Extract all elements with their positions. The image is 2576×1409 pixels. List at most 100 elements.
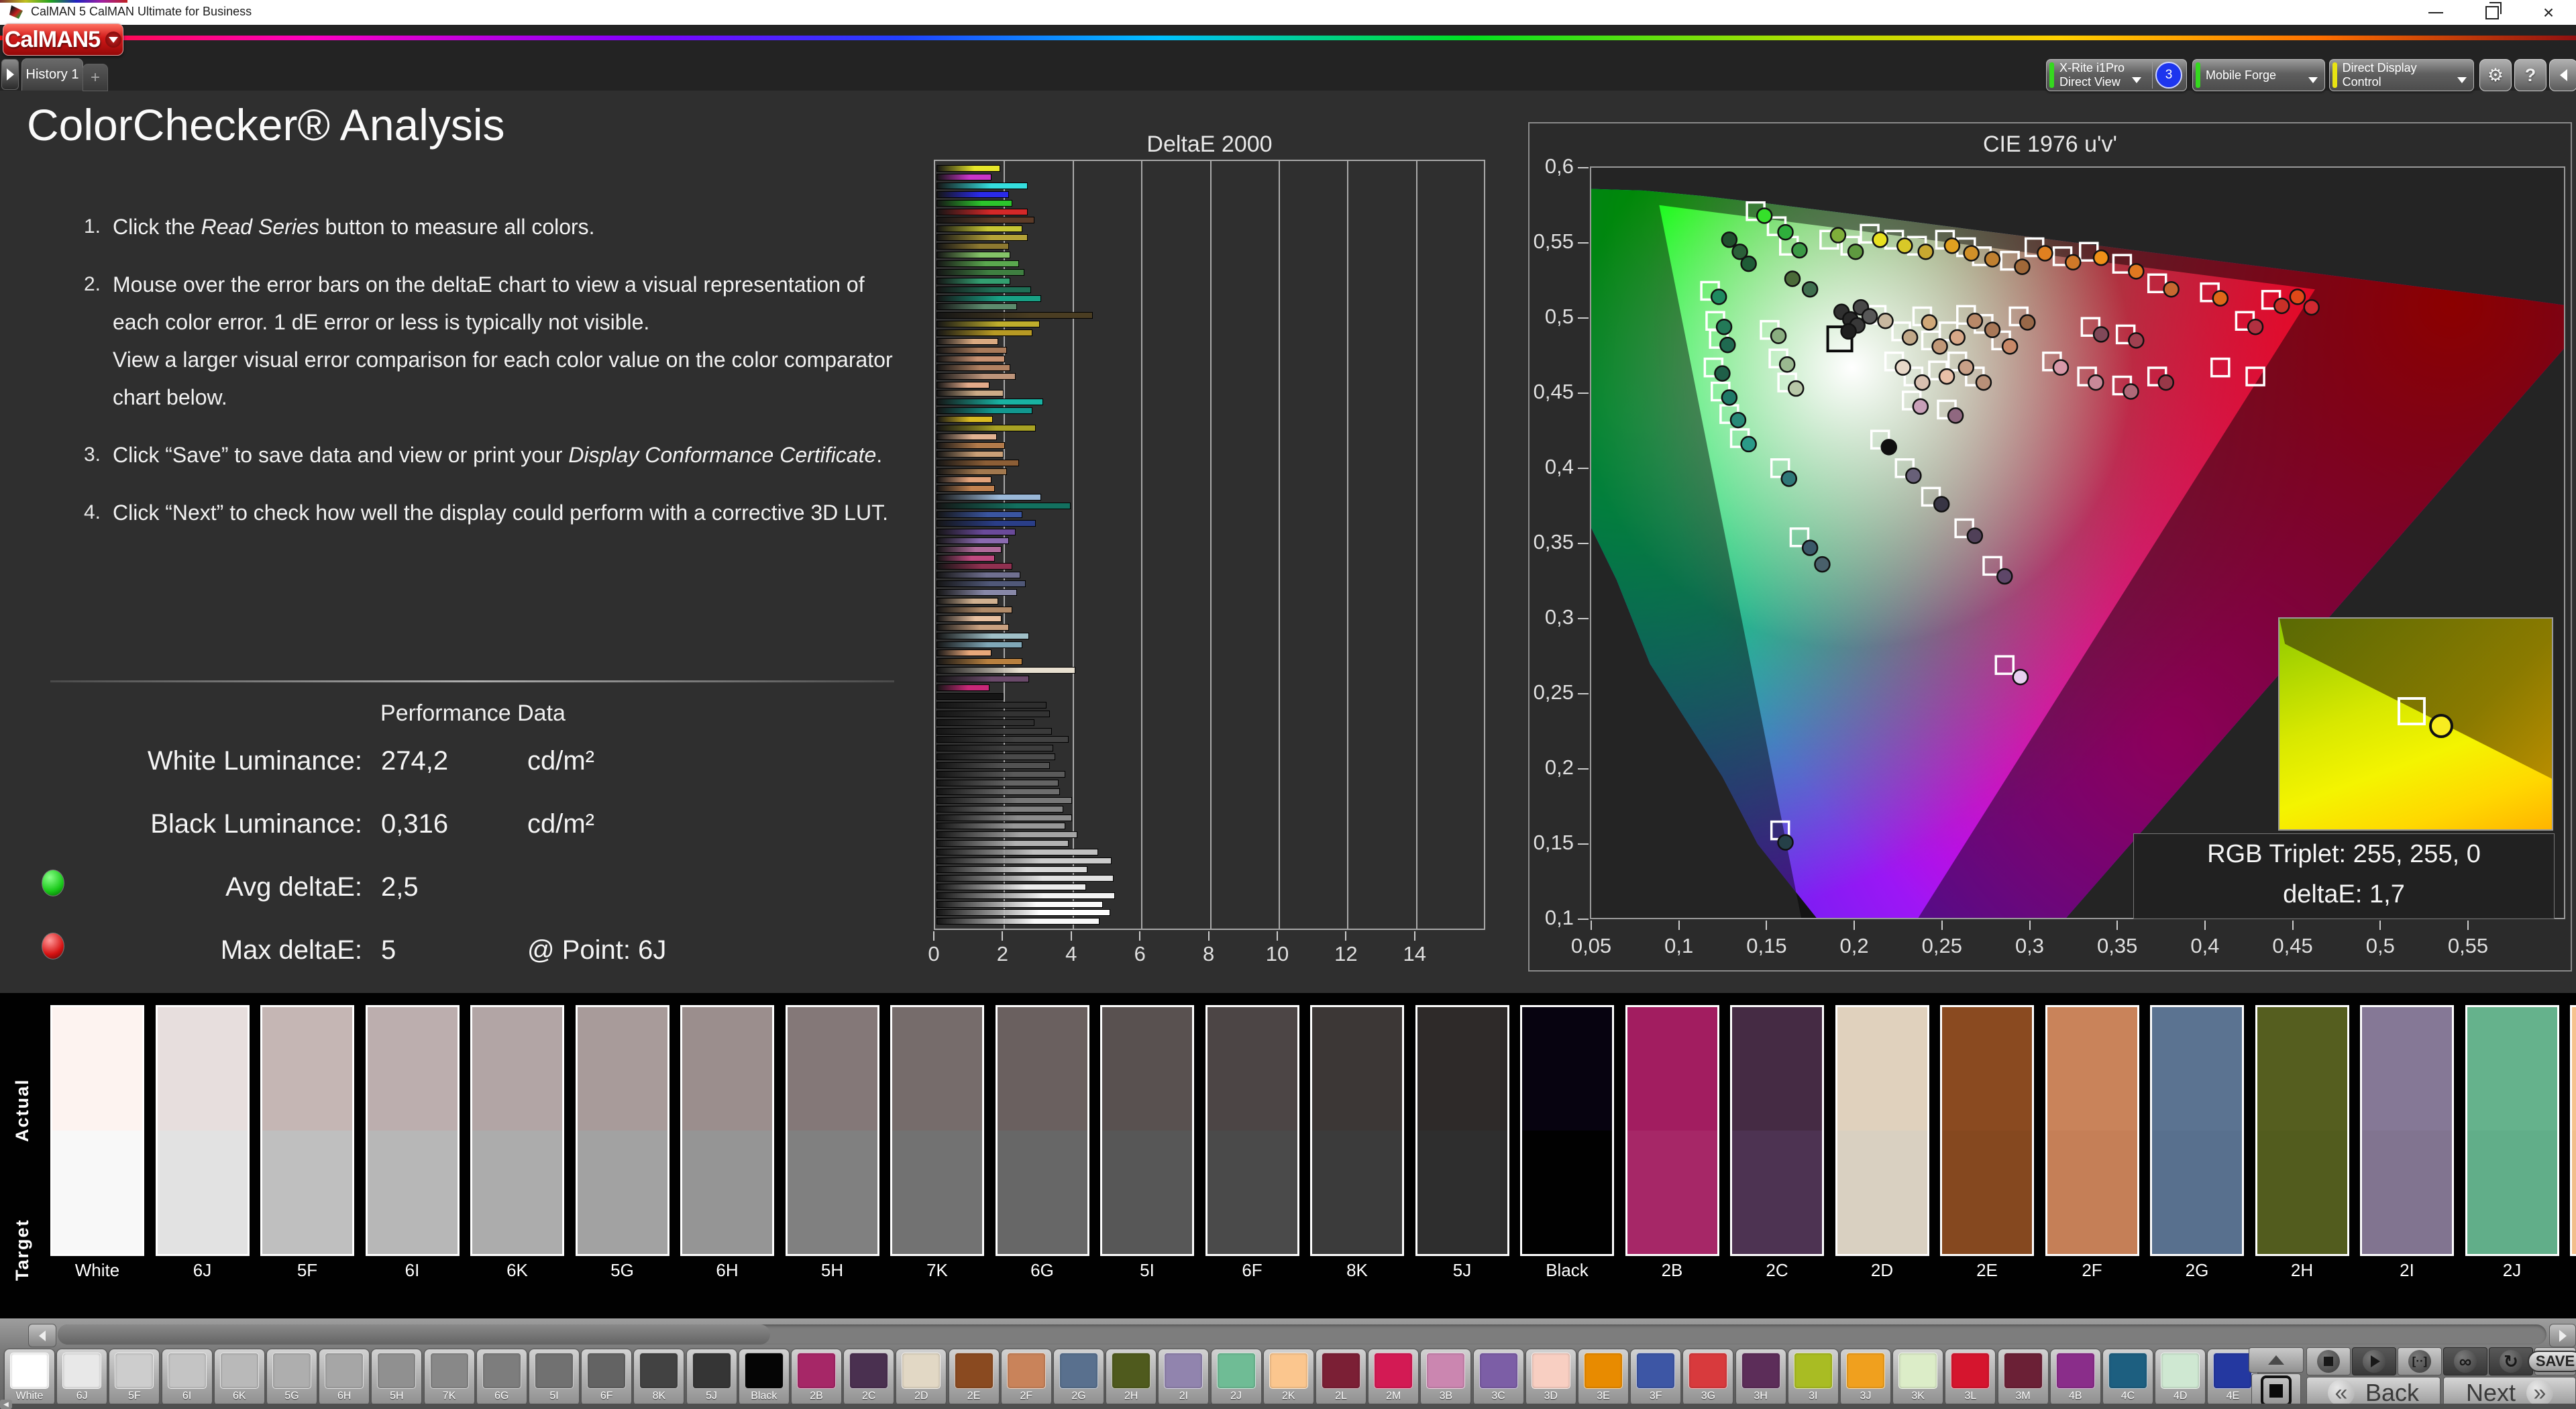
deltae-error-bar[interactable] [936,225,1022,233]
deltae-error-bar[interactable] [936,701,1046,709]
deltae-error-bar[interactable] [936,459,1019,466]
comparator-patch-5H[interactable] [785,1005,879,1256]
deltae-error-bar[interactable] [936,433,997,440]
swatch-8K[interactable]: 8K [633,1349,685,1406]
deltae-error-bar[interactable] [936,719,1034,726]
deltae-error-bar[interactable] [936,762,1050,770]
deltae-error-bar[interactable] [936,589,1018,596]
swatch-4C[interactable]: 4C [2102,1349,2153,1406]
swatch-2E[interactable]: 2E [948,1349,1000,1406]
deltae-error-bar[interactable] [936,528,1016,535]
swatch-2K[interactable]: 2K [1263,1349,1314,1406]
deltae-error-bar[interactable] [936,632,1030,639]
deltae-error-bar[interactable] [936,372,1016,380]
swatch-3E[interactable]: 3E [1578,1349,1629,1406]
swatch-White[interactable]: White [4,1349,55,1406]
deltae-error-bar[interactable] [936,658,1022,666]
comparator-patch-5G[interactable] [575,1005,669,1256]
deltae-error-bar[interactable] [936,511,1022,518]
swatch-3K[interactable]: 3K [1892,1349,1944,1406]
swatch-7K[interactable]: 7K [423,1349,475,1406]
calman-logo-menu[interactable]: CalMAN5 [3,23,123,56]
deltae-error-bar[interactable] [936,667,1076,674]
save-button[interactable]: SAVE [2527,1347,2576,1375]
comparator-patch-2F[interactable] [2045,1005,2139,1256]
source-dropdown[interactable]: Mobile Forge [2192,59,2325,91]
deltae-error-bar[interactable] [936,779,1059,786]
deltae-error-bar[interactable] [936,268,1024,276]
deltae-error-bar[interactable] [936,649,991,657]
deltae-error-bar[interactable] [936,684,990,691]
deltae-error-bar[interactable] [936,641,1022,648]
swatch-2M[interactable]: 2M [1368,1349,1419,1406]
continuous-read-button[interactable]: ∞ [2443,1347,2487,1375]
deltae-error-bar[interactable] [936,563,1012,570]
deltae-error-bar[interactable] [936,831,1077,839]
swatch-3H[interactable]: 3H [1735,1349,1786,1406]
minimize-button[interactable] [2412,0,2459,25]
deltae-error-bar[interactable] [936,173,991,180]
meter-count-badge[interactable]: 3 [2155,62,2182,89]
deltae-error-bar[interactable] [936,692,1004,700]
deltae-error-bar[interactable] [936,476,991,484]
swatch-3C[interactable]: 3C [1472,1349,1524,1406]
deltae-error-bar[interactable] [936,329,1033,337]
swatch-2L[interactable]: 2L [1316,1349,1366,1406]
deltae-error-bar[interactable] [936,857,1112,864]
swatch-6F[interactable]: 6F [581,1349,633,1406]
comparator-patch-5F[interactable] [260,1005,354,1256]
deltae-error-bar[interactable] [936,840,1069,847]
deltae-error-bar[interactable] [936,580,1026,588]
swatch-6H[interactable]: 6H [319,1349,370,1406]
deltae-error-bar[interactable] [936,494,1042,501]
deltae-error-bar[interactable] [936,909,1110,917]
deltae-error-bar[interactable] [936,390,1004,397]
comparator-patch-2J[interactable] [2465,1005,2559,1256]
swatch-3M[interactable]: 3M [1997,1349,2049,1406]
deltae-error-bar[interactable] [936,710,1050,717]
deltae-error-bar[interactable] [936,260,1019,267]
comparator-patch-2D[interactable] [1835,1005,1929,1256]
play-button[interactable] [2352,1347,2396,1375]
swatch-5G[interactable]: 5G [266,1349,317,1406]
tab-scroll-button[interactable] [1,59,19,90]
deltae-error-bar[interactable] [936,918,1100,925]
deltae-error-bar[interactable] [936,355,1006,362]
deltae-error-bar[interactable] [936,346,1007,354]
swatch-2C[interactable]: 2C [843,1349,895,1406]
swatch-2D[interactable]: 2D [896,1349,947,1406]
swatch-2H[interactable]: 2H [1106,1349,1157,1406]
comparator-patch-2G[interactable] [2150,1005,2244,1256]
deltae-error-bar[interactable] [936,796,1073,804]
deltae-error-bar[interactable] [936,753,1055,761]
deltae-error-bar[interactable] [936,441,1006,449]
deltae-error-bar[interactable] [936,252,1011,258]
deltae-error-bar[interactable] [936,814,1073,821]
comparator-patch-White[interactable] [50,1005,144,1256]
deltae-error-bar[interactable] [936,338,999,345]
swatch-6J[interactable]: 6J [56,1349,108,1406]
deltae-error-bar[interactable] [936,425,1036,431]
deltae-error-bar[interactable] [936,312,1093,319]
deltae-error-bar[interactable] [936,788,1061,795]
comparator-patch-Black[interactable] [1520,1005,1614,1256]
comparator-patch-2C[interactable] [1730,1005,1824,1256]
deltae-plot[interactable] [934,160,1485,930]
deltae-error-bar[interactable] [936,676,1030,683]
pattern-up-button[interactable] [2249,1347,2304,1373]
deltae-error-bar[interactable] [936,623,1009,631]
swatch-3F[interactable]: 3F [1630,1349,1682,1406]
comparator-patch-5J[interactable] [1415,1005,1509,1256]
swatch-5I[interactable]: 5I [529,1349,580,1406]
swatch-5J[interactable]: 5J [686,1349,737,1406]
deltae-error-bar[interactable] [936,277,1011,284]
deltae-error-bar[interactable] [936,485,996,492]
deltae-error-bar[interactable] [936,849,1098,856]
deltae-error-bar[interactable] [936,407,1033,415]
comparator-patch-6I[interactable] [365,1005,460,1256]
deltae-error-bar[interactable] [936,615,1002,622]
swatch-2G[interactable]: 2G [1053,1349,1104,1406]
deltae-error-bar[interactable] [936,303,1018,311]
swatch-2B[interactable]: 2B [791,1349,842,1406]
deltae-error-bar[interactable] [936,606,1012,613]
